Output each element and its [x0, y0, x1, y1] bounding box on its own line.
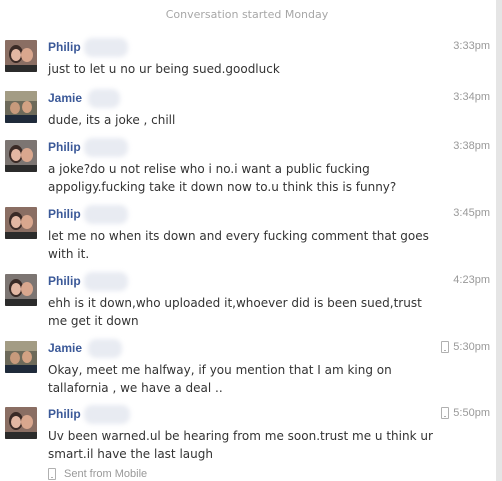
message-text: dude, its a joke , chill — [48, 113, 176, 127]
message: Jamie 3:34pm dude, its a joke , chill — [0, 89, 502, 131]
scrollbar-track[interactable] — [496, 0, 502, 481]
message-time: 4:23pm — [453, 274, 490, 286]
message-text: Uv been warned.ul be hearing from me soo… — [48, 429, 433, 461]
phone-icon — [48, 468, 56, 480]
message-text: ehh is it down,who uploaded it,whoever d… — [48, 296, 422, 328]
conversation-start-label: Conversation started Monday — [165, 8, 329, 21]
sender-name[interactable]: Philip — [48, 140, 81, 154]
phone-icon — [441, 407, 450, 419]
message-text: a joke?do u not relise who i no.i want a… — [48, 162, 397, 194]
sender-name[interactable]: Jamie — [48, 341, 82, 355]
avatar[interactable] — [5, 274, 37, 306]
message-text: just to let u no ur being sued.goodluck — [48, 62, 280, 76]
avatar[interactable] — [5, 341, 37, 373]
message: Philip 3:33pm just to let u no ur being … — [0, 38, 502, 80]
sent-from-mobile: Sent from Mobile — [48, 468, 147, 480]
phone-icon — [441, 341, 450, 353]
message-time: 5:50pm — [441, 407, 490, 419]
sender-name[interactable]: Philip — [48, 407, 81, 421]
avatar[interactable] — [5, 207, 37, 239]
message: Philip 3:45pm let me no when its down an… — [0, 205, 502, 263]
avatar[interactable] — [5, 140, 37, 172]
sent-from-mobile-label: Sent from Mobile — [64, 468, 148, 480]
avatar[interactable] — [5, 40, 37, 72]
redacted-surname — [84, 205, 128, 224]
message-time: 3:45pm — [453, 207, 490, 219]
avatar[interactable] — [5, 407, 37, 439]
message: Philip 5:50pm Uv been warned.ul be heari… — [0, 405, 502, 463]
sender-name[interactable]: Philip — [48, 40, 81, 54]
avatar[interactable] — [5, 91, 37, 123]
sender-name[interactable]: Philip — [48, 274, 81, 288]
sender-name[interactable]: Jamie — [48, 91, 82, 105]
redacted-surname — [84, 38, 128, 57]
message-text: Okay, meet me halfway, if you mention th… — [48, 363, 392, 395]
message-time: 3:34pm — [453, 91, 490, 103]
message: Philip 4:23pm ehh is it down,who uploade… — [0, 272, 502, 330]
redacted-surname — [88, 89, 120, 108]
redacted-surname — [84, 405, 130, 424]
message-time: 3:33pm — [453, 40, 490, 52]
message-text: let me no when its down and every fuckin… — [48, 229, 429, 261]
redacted-surname — [84, 138, 128, 157]
message-time: 3:38pm — [453, 140, 490, 152]
redacted-surname — [84, 272, 128, 291]
message: Philip 3:38pm a joke?do u not relise who… — [0, 138, 502, 196]
message-time: 5:30pm — [441, 341, 490, 353]
sender-name[interactable]: Philip — [48, 207, 81, 221]
message: Jamie 5:30pm Okay, meet me halfway, if y… — [0, 339, 502, 397]
redacted-surname — [88, 339, 122, 358]
